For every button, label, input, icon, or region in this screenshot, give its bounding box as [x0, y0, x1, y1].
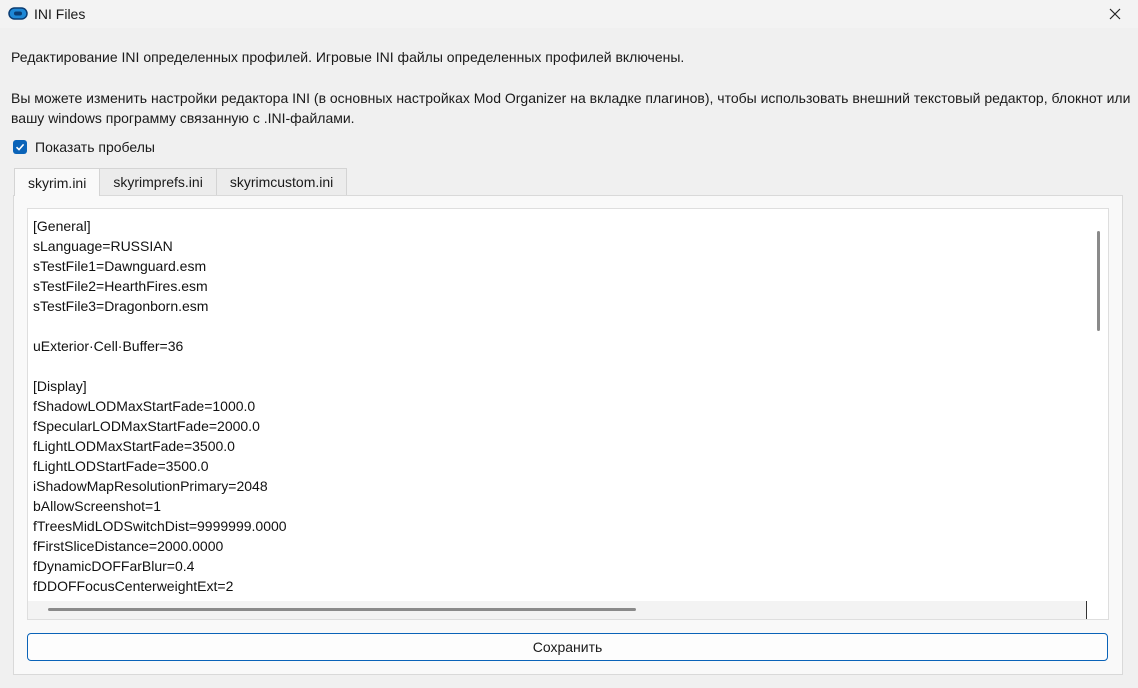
editor-line: iShadowMapResolutionPrimary=2048 — [33, 478, 268, 494]
horizontal-scroll-thumb[interactable] — [48, 608, 636, 611]
mod-organizer-icon — [8, 7, 28, 20]
editor-line: sTestFile2=HearthFires.esm — [33, 278, 208, 294]
vertical-scrollbar[interactable] — [1089, 209, 1107, 603]
tab-label: skyrimprefs.ini — [113, 174, 203, 190]
editor-line: fDDOFFocusCenterweightExt=2 — [33, 578, 234, 594]
ini-file-tabs: skyrim.ini skyrimprefs.ini skyrimcustom.… — [14, 168, 348, 196]
tab-label: skyrimcustom.ini — [229, 174, 334, 190]
tab-skyrim-ini[interactable]: skyrim.ini — [14, 168, 101, 196]
editor-line: bAllowScreenshot=1 — [33, 498, 162, 514]
close-icon — [1109, 8, 1121, 20]
editor-line: sTestFile1=Dawnguard.esm — [33, 258, 207, 274]
close-button[interactable] — [1092, 0, 1138, 28]
editor-content[interactable]: [General] sLanguage=RUSSIAN sTestFile1=D… — [33, 216, 287, 616]
save-button[interactable]: Сохранить — [27, 633, 1108, 661]
description-text: Редактирование INI определенных профилей… — [11, 49, 685, 65]
editor-line: fLightLODMaxStartFade=3500.0 — [33, 438, 235, 454]
editor-line: uExterior·Cell·Buffer=36 — [33, 338, 184, 354]
editor-line: fFirstSliceDistance=2000.0000 — [33, 538, 224, 554]
editor-line: fSpecularLODMaxStartFade=2000.0 — [33, 418, 260, 434]
horizontal-scrollbar[interactable] — [28, 601, 1086, 619]
show-whitespace-label: Показать пробелы — [35, 139, 155, 155]
editor-line: fLightLODStartFade=3500.0 — [33, 458, 209, 474]
title-bar: INI Files — [0, 0, 1138, 28]
editor-line: [General] — [33, 218, 91, 234]
editor-hint-text: Вы можете изменить настройки редактора I… — [11, 90, 1131, 126]
save-button-label: Сохранить — [532, 639, 603, 655]
ini-text-editor[interactable]: [General] sLanguage=RUSSIAN sTestFile1=D… — [27, 208, 1109, 620]
window-title: INI Files — [34, 6, 86, 22]
tab-skyrimprefs-ini[interactable]: skyrimprefs.ini — [99, 168, 217, 195]
tab-label: skyrim.ini — [28, 174, 87, 191]
editor-line: [Display] — [33, 378, 87, 394]
editor-line: fDynamicDOFFarBlur=0.4 — [33, 558, 195, 574]
editor-line: fShadowLODMaxStartFade=1000.0 — [33, 398, 256, 414]
tab-skyrimcustom-ini[interactable]: skyrimcustom.ini — [215, 168, 348, 195]
editor-line: sLanguage=RUSSIAN — [33, 238, 173, 254]
show-whitespace-checkbox[interactable] — [13, 140, 27, 154]
checkmark-icon — [15, 143, 25, 151]
vertical-scroll-thumb[interactable] — [1097, 231, 1100, 331]
editor-line: sTestFile3=Dragonborn.esm — [33, 298, 209, 314]
show-whitespace-row[interactable]: Показать пробелы — [13, 137, 155, 157]
editor-line: fTreesMidLODSwitchDist=9999999.0000 — [33, 518, 287, 534]
text-cursor — [1086, 601, 1087, 619]
